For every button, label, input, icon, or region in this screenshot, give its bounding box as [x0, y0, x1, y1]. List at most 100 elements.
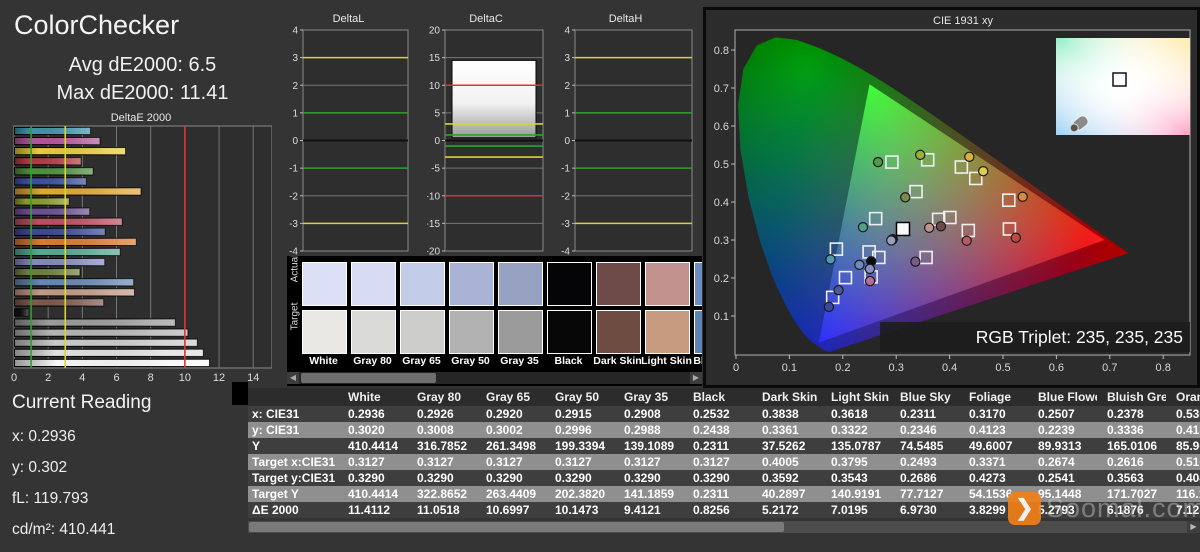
column-header-dark-skin: Dark Skin	[762, 390, 818, 404]
table-cell: 141.1859	[624, 487, 675, 501]
y-tick-label: 0.4	[714, 197, 729, 209]
table-cell: 0.3336	[1107, 423, 1144, 437]
table-cell: 410.4414	[348, 439, 399, 453]
swatch-actual-gray-35	[498, 262, 543, 306]
swatch-actual-gray-80	[351, 262, 396, 306]
table-cell: 0.2915	[555, 407, 592, 421]
reading-x: x: 0.2936	[12, 428, 76, 445]
table-row-x--cie31: x: CIE31 0.2936 0.2926 0.2920 0.2915 0.2908 0.…	[248, 406, 1200, 422]
table-cell: 89.9313	[1038, 439, 1082, 453]
y-tick-label: 0.3	[714, 235, 729, 247]
table-cell: 0.4137	[1176, 423, 1200, 437]
x-tick-label: 0.6	[1049, 362, 1064, 374]
table-row-target-y-cie31: Target y:CIE31 0.3290 0.3290 0.3290 0.3290 0.…	[248, 470, 1200, 486]
swatch-actual-blue-sky	[694, 262, 702, 306]
x-tick-label: 0.3	[889, 362, 904, 374]
table-cell: 0.4273	[969, 471, 1006, 485]
table-cell: 85.960	[1176, 439, 1200, 453]
bar-shine	[14, 258, 105, 266]
deltac-data-block	[451, 59, 537, 139]
deltah-chart: 43210-1-2-3-4	[561, 26, 693, 258]
scroll-left-arrow-icon[interactable]: ◀	[287, 372, 299, 384]
table-cell: 261.3498	[486, 439, 537, 453]
scrollbar-thumb[interactable]	[249, 522, 784, 532]
deltae-chart-title: DeltaE 2000	[110, 112, 172, 124]
measured-marker-blue-sky	[854, 259, 865, 271]
swatch-label: Gray 80	[353, 355, 392, 367]
y-tick-label: 1	[564, 108, 570, 119]
swatch-label: Light Skin	[641, 355, 692, 367]
column-header-gray-35: Gray 35	[624, 390, 669, 404]
reading-cdm2: cd/m²: 410.441	[12, 521, 116, 538]
swatch-horizontal-scrollbar[interactable]: ◀ ▶	[287, 372, 702, 384]
table-cell: 0.3592	[762, 471, 799, 485]
measured-marker-cyan	[825, 254, 836, 265]
column-header-gray-65: Gray 65	[486, 390, 531, 404]
swatch-label: Gray 50	[451, 355, 490, 367]
y-tick-label: -1	[289, 164, 298, 175]
bar-shine	[14, 288, 135, 296]
table-cell: 0.2532	[693, 407, 730, 421]
table-cell: 0.2936	[348, 407, 385, 421]
table-cell: 0.2541	[1038, 471, 1075, 485]
table-cell: 0.3127	[417, 455, 454, 469]
y-tick-label: -1	[561, 164, 570, 175]
y-tick-label: 0.8	[714, 45, 729, 57]
table-cell: 0.4005	[762, 455, 799, 469]
table-cell: 0.2378	[1107, 407, 1144, 421]
table-cell: 0.3290	[693, 471, 730, 485]
table-cell: 9.4121	[624, 503, 661, 517]
column-header-black: Black	[693, 390, 726, 404]
x-tick-label: 0.1	[782, 362, 797, 374]
table-cell: 0.3290	[348, 471, 385, 485]
scroll-right-arrow-icon[interactable]: ▶	[690, 372, 702, 384]
deltal-chart-title: DeltaL	[332, 13, 365, 25]
measured-marker-red	[1010, 232, 1022, 243]
soomal-logo-icon: ❯	[1008, 492, 1041, 525]
column-header-white: White	[348, 390, 381, 404]
bar-shine	[14, 238, 137, 246]
measured-marker-purple	[910, 256, 921, 267]
table-cell: 10.1473	[555, 503, 599, 517]
table-cell: 6.9730	[900, 503, 937, 517]
bar-shine	[14, 359, 210, 367]
bar-shine	[14, 157, 82, 165]
table-cell: 0.3127	[624, 455, 661, 469]
table-cell: 0.3290	[624, 471, 661, 485]
table-cell: 0.3290	[486, 471, 523, 485]
y-tick-label: 0	[292, 136, 298, 147]
cie-1931-panel: CIE 1931 xy 0 0.1 0.2 0.3 0.4 0.5 0.6 0.7 0.8 0.1 0…	[706, 10, 1197, 385]
bar-shine	[14, 167, 94, 175]
scrollbar-thumb[interactable]	[301, 373, 436, 383]
y-tick-label: -3	[289, 219, 298, 230]
y-tick-label: 0.7	[714, 83, 729, 95]
page-title: ColorChecker	[14, 10, 180, 40]
x-tick-label: 0.8	[1156, 362, 1171, 374]
table-cell: 199.3394	[555, 439, 606, 453]
table-header-corner	[248, 388, 338, 406]
measured-marker-light-skin	[924, 222, 935, 233]
swatch-row-label-target: Target	[289, 302, 301, 331]
table-cell: 0.4123	[969, 423, 1006, 437]
table-cell: 5.2172	[762, 503, 799, 517]
measured-marker-dark-skin	[935, 221, 947, 232]
swatch-actual-black	[547, 262, 592, 306]
table-cell: 0.3563	[1107, 471, 1144, 485]
cie-chart-title: CIE 1931 xy	[933, 15, 993, 27]
table-cell: 0.2926	[417, 407, 454, 421]
x-tick-label: 0.4	[942, 362, 957, 374]
row-label: Target x:CIE31	[252, 455, 336, 469]
column-header-gray-80: Gray 80	[417, 390, 462, 404]
y-tick-label: 20	[429, 26, 441, 37]
table-cell: 0.2908	[624, 407, 661, 421]
table-cell: 40.2897	[762, 487, 806, 501]
table-cell: 0.3127	[486, 455, 523, 469]
table-cell: 0.3618	[831, 407, 868, 421]
swatch-target-gray-65	[400, 310, 445, 354]
table-cell: 202.3820	[555, 487, 606, 501]
table-cell: 0.3008	[417, 423, 454, 437]
table-cell: 0.3127	[555, 455, 592, 469]
reading-fl: fL: 119.793	[12, 490, 89, 507]
table-cell: 0.4047	[1176, 471, 1200, 485]
table-cell: 0.3002	[486, 423, 523, 437]
